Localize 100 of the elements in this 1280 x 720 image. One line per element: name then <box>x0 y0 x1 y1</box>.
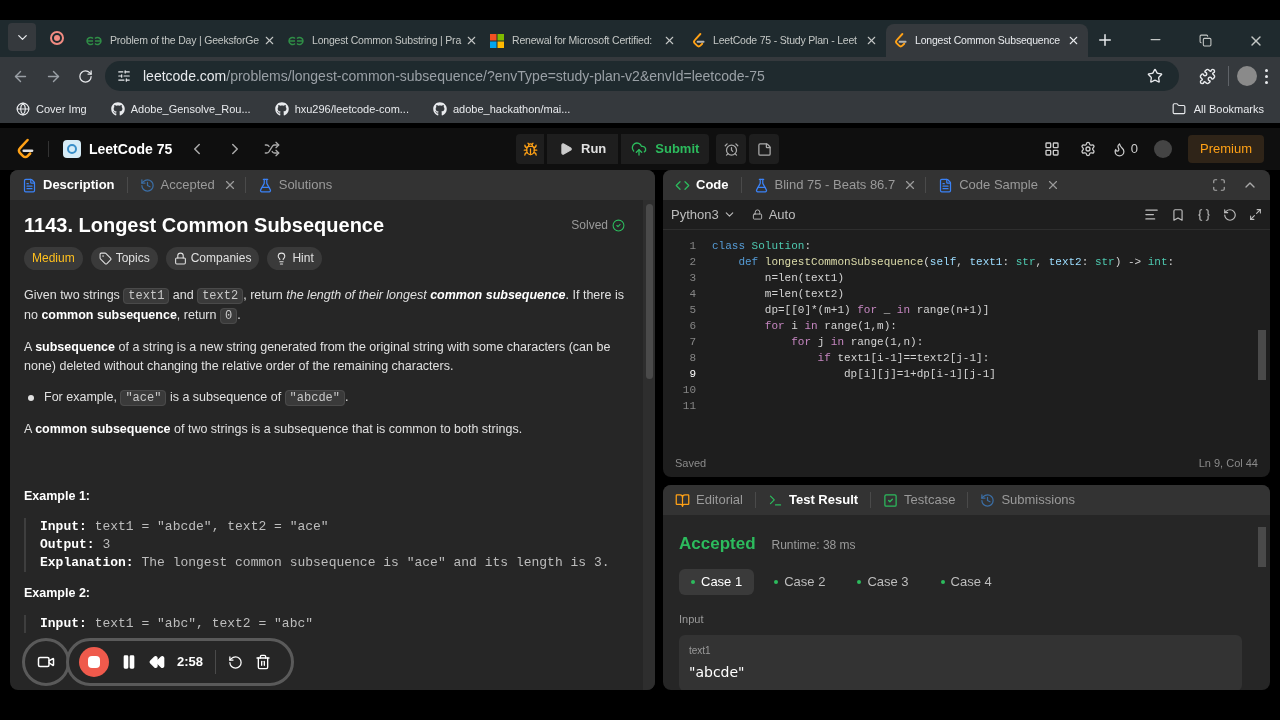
streak-count[interactable]: 0 <box>1130 139 1138 159</box>
input-label: Input <box>679 611 705 627</box>
reset-icon[interactable] <box>1223 207 1237 222</box>
submit-button[interactable]: Submit <box>621 134 710 164</box>
debug-button[interactable] <box>516 134 544 164</box>
line-number: 5 <box>688 303 696 318</box>
expand-icon[interactable] <box>1249 208 1262 221</box>
panel-tab[interactable]: Submissions <box>976 486 1080 514</box>
code-line: for j in range(1,n): <box>790 335 924 350</box>
study-plan-title[interactable]: LeetCode 75 <box>89 138 173 160</box>
line-number: 10 <box>681 383 696 398</box>
case-tab[interactable]: Case 4 <box>928 568 1004 595</box>
site-info-icon <box>117 69 131 83</box>
panel-tab[interactable]: Test Result <box>763 486 863 514</box>
scrollbar-thumb[interactable] <box>1258 527 1266 567</box>
line-number: 8 <box>688 351 696 366</box>
example-heading: Example 1: <box>24 488 91 505</box>
panel-tab[interactable]: Blind 75 - Beats 86.7 <box>749 171 900 199</box>
run-button[interactable]: Run <box>547 134 619 164</box>
bookmark-item[interactable]: adobe_hackathon/mai... <box>429 100 575 118</box>
cloud-upload-icon <box>631 141 648 157</box>
close-icon[interactable] <box>865 34 878 47</box>
rewind-icon[interactable] <box>149 654 165 670</box>
parameter-value: "abcde" <box>689 663 746 682</box>
tab-title: Problem of the Day | GeeksforGe <box>110 32 259 48</box>
document-icon <box>938 177 954 193</box>
timer-button[interactable] <box>716 134 747 164</box>
more-icon[interactable] <box>1265 68 1268 84</box>
browser-tab[interactable]: Renewal for Microsoft Certified: <box>482 24 684 57</box>
close-icon[interactable] <box>1046 178 1060 192</box>
chip-button[interactable]: Hint <box>267 247 322 270</box>
format-icon[interactable] <box>1144 207 1159 222</box>
tab-title: LeetCode 75 - Study Plan - Leet <box>713 32 858 48</box>
example-line: Input: text1 = "abc", text2 = "abc" <box>40 615 315 633</box>
restart-icon[interactable] <box>228 654 244 670</box>
example-line: Input: text1 = "abcde", text2 = "ace" <box>40 518 330 536</box>
line-number: 9 <box>688 367 696 382</box>
restore-icon[interactable] <box>1199 34 1212 47</box>
recording-time: 2:58 <box>177 653 204 672</box>
bookmark-item[interactable]: Adobe_Gensolve_Rou... <box>106 100 255 118</box>
github-icon <box>110 102 125 116</box>
line-number: 1 <box>688 239 696 254</box>
flame-icon[interactable] <box>1111 141 1127 157</box>
case-tab[interactable]: Case 3 <box>845 568 921 595</box>
tab-title: Renewal for Microsoft Certified: <box>512 32 654 48</box>
checkbox-icon <box>883 492 899 508</box>
all-bookmarks-button[interactable]: All Bookmarks <box>1167 100 1268 118</box>
leetcode-logo[interactable] <box>16 138 34 160</box>
settings-icon[interactable] <box>1079 141 1096 157</box>
browser-tab[interactable]: Longest Common Substring | Pra <box>280 24 482 57</box>
case-tab[interactable]: Case 1 <box>679 568 755 595</box>
example-heading: Example 2: <box>24 585 91 602</box>
example-line: Output: 3 <box>40 536 112 554</box>
solved-status: Solved <box>571 217 608 234</box>
panel-tab[interactable]: Code Sample <box>934 171 1042 199</box>
notes-button[interactable] <box>749 134 780 164</box>
play-icon <box>559 142 573 156</box>
extensions-icon[interactable] <box>1199 67 1216 85</box>
shuffle-icon[interactable] <box>264 141 281 157</box>
panel-tab[interactable]: Editorial <box>671 486 747 514</box>
bookmark-item[interactable]: hxu296/leetcode-com... <box>270 100 413 118</box>
pause-icon[interactable] <box>121 654 137 670</box>
panel-tab[interactable]: Testcase <box>879 486 960 514</box>
code-line: if text1[i-1]==text2[j-1]: <box>816 351 990 366</box>
code-line: dp=[[0]*(m+1) for _ in range(n+1)] <box>763 303 990 318</box>
case-tab[interactable]: Case 2 <box>762 568 838 595</box>
delete-icon[interactable] <box>255 654 272 670</box>
scrollbar-thumb[interactable] <box>1258 330 1266 380</box>
layout-icon[interactable] <box>1043 141 1060 157</box>
tab-search-button[interactable] <box>8 23 36 51</box>
difficulty-badge: Medium <box>24 247 83 270</box>
scrollbar-thumb[interactable] <box>645 204 653 379</box>
code-line: n=len(text1) <box>763 271 845 286</box>
braces-icon[interactable] <box>1197 207 1211 222</box>
bookmark-icon[interactable] <box>1171 207 1185 222</box>
document-icon <box>22 177 37 193</box>
panel-tab[interactable]: Solutions <box>253 171 337 199</box>
panel-tab[interactable]: Code <box>671 171 733 199</box>
bookmark-item[interactable]: Cover Img <box>12 100 91 118</box>
fullscreen-icon[interactable] <box>1212 178 1226 192</box>
panel-tab[interactable]: Description <box>18 171 119 199</box>
star-icon[interactable] <box>1147 68 1163 84</box>
browser-tab[interactable]: Longest Common Subsequence <box>886 24 1088 57</box>
close-icon[interactable] <box>663 34 676 47</box>
premium-button[interactable]: Premium <box>1188 135 1264 163</box>
github-icon <box>433 102 447 116</box>
leetcode-icon <box>692 33 705 48</box>
double-leaf-icon <box>288 35 304 46</box>
chip-button[interactable]: Topics <box>90 247 158 270</box>
language-dropdown[interactable]: Python3 <box>671 204 736 225</box>
profile-avatar[interactable] <box>1237 66 1257 86</box>
reload-icon[interactable] <box>78 68 93 84</box>
close-icon[interactable] <box>1067 34 1080 47</box>
address-bar[interactable]: leetcode.com/problems/longest-common-subsequence/?envType=study-plan-v2&envId=leetcode-75 <box>105 61 1179 91</box>
stop-button[interactable] <box>79 647 109 677</box>
new-tab-icon[interactable] <box>1096 31 1114 49</box>
panel-tab[interactable]: Accepted <box>135 171 219 199</box>
chip-button[interactable]: Companies <box>165 247 260 270</box>
browser-tab[interactable]: Problem of the Day | GeeksforGe <box>78 24 280 57</box>
browser-tab[interactable]: LeetCode 75 - Study Plan - Leet <box>684 24 886 57</box>
